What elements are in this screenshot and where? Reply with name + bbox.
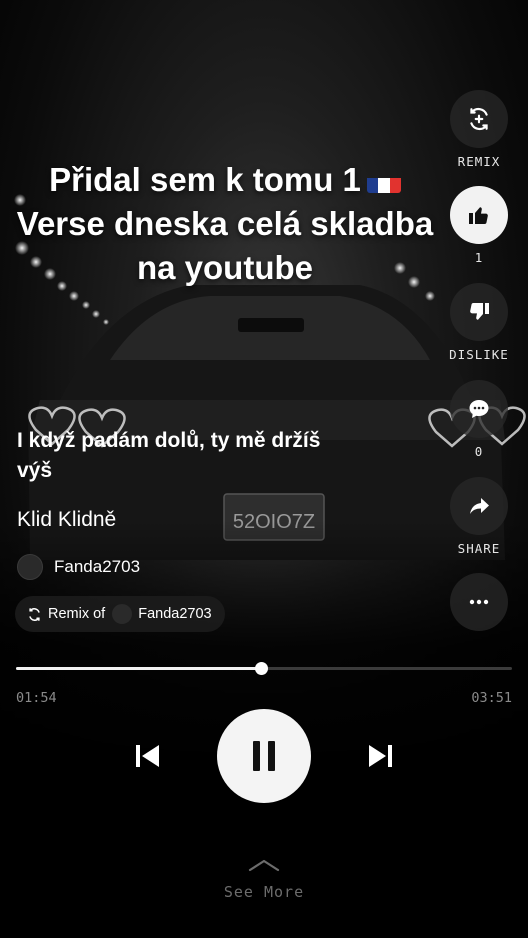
like-count: 1 xyxy=(474,250,484,265)
avatar xyxy=(17,554,43,580)
like-button[interactable] xyxy=(450,186,508,244)
thumbs-down-icon xyxy=(470,302,489,320)
current-time: 01:54 xyxy=(16,690,57,706)
like-action: 1 xyxy=(446,186,512,265)
artist-name: Fanda2703 xyxy=(54,557,141,576)
remix-artist-name: Fanda2703 xyxy=(138,606,212,622)
next-button[interactable] xyxy=(362,738,398,774)
lyric-line: I když padám dolů, ty mě držíš výš xyxy=(17,429,321,482)
skip-previous-icon xyxy=(136,745,159,767)
comment-icon xyxy=(469,400,489,418)
skip-next-icon xyxy=(369,745,392,767)
france-flag-icon xyxy=(366,169,401,193)
previous-button[interactable] xyxy=(130,738,166,774)
see-more-button[interactable]: See More xyxy=(0,858,528,901)
remix-of-label: Remix of xyxy=(48,606,106,622)
remix-label: REMIX xyxy=(457,154,501,169)
song-title[interactable]: Klid Klidně xyxy=(17,508,116,532)
caption-line-1: Přidal sem k tomu 1 xyxy=(49,161,361,198)
more-action xyxy=(446,573,512,631)
artist-link[interactable]: Fanda2703 xyxy=(17,553,140,581)
chevron-up-icon xyxy=(248,859,280,872)
comment-button[interactable] xyxy=(450,380,508,438)
share-icon xyxy=(470,498,489,514)
pause-icon xyxy=(253,741,275,771)
more-options-button[interactable] xyxy=(450,573,508,631)
dislike-button[interactable] xyxy=(450,283,508,341)
caption-line-3: na youtube xyxy=(136,249,313,286)
more-icon xyxy=(469,599,489,605)
dislike-action: DISLIKE xyxy=(446,283,512,362)
share-action: SHARE xyxy=(446,477,512,556)
comment-count: 0 xyxy=(474,444,484,459)
remix-button[interactable] xyxy=(450,90,508,148)
avatar xyxy=(112,604,133,624)
share-button[interactable] xyxy=(450,477,508,535)
total-time: 03:51 xyxy=(471,690,512,706)
remix-icon xyxy=(29,607,40,621)
thumbs-up-icon xyxy=(469,207,488,225)
video-caption: Přidal sem k tomu 1 Verse dneska celá sk… xyxy=(0,158,450,290)
pause-button[interactable] xyxy=(217,709,311,803)
progress-fill xyxy=(16,667,261,670)
dislike-label: DISLIKE xyxy=(449,347,509,362)
remix-of-chip[interactable]: Remix of Fanda2703 xyxy=(15,596,225,632)
caption-line-2: Verse dneska celá skladba xyxy=(16,205,434,242)
comment-action: 0 xyxy=(446,380,512,459)
progress-bar[interactable] xyxy=(16,662,512,675)
progress-handle[interactable] xyxy=(254,662,268,675)
see-more-label: See More xyxy=(223,883,305,901)
remix-icon xyxy=(470,107,488,131)
share-label: SHARE xyxy=(457,541,501,556)
remix-action: REMIX xyxy=(446,90,512,169)
